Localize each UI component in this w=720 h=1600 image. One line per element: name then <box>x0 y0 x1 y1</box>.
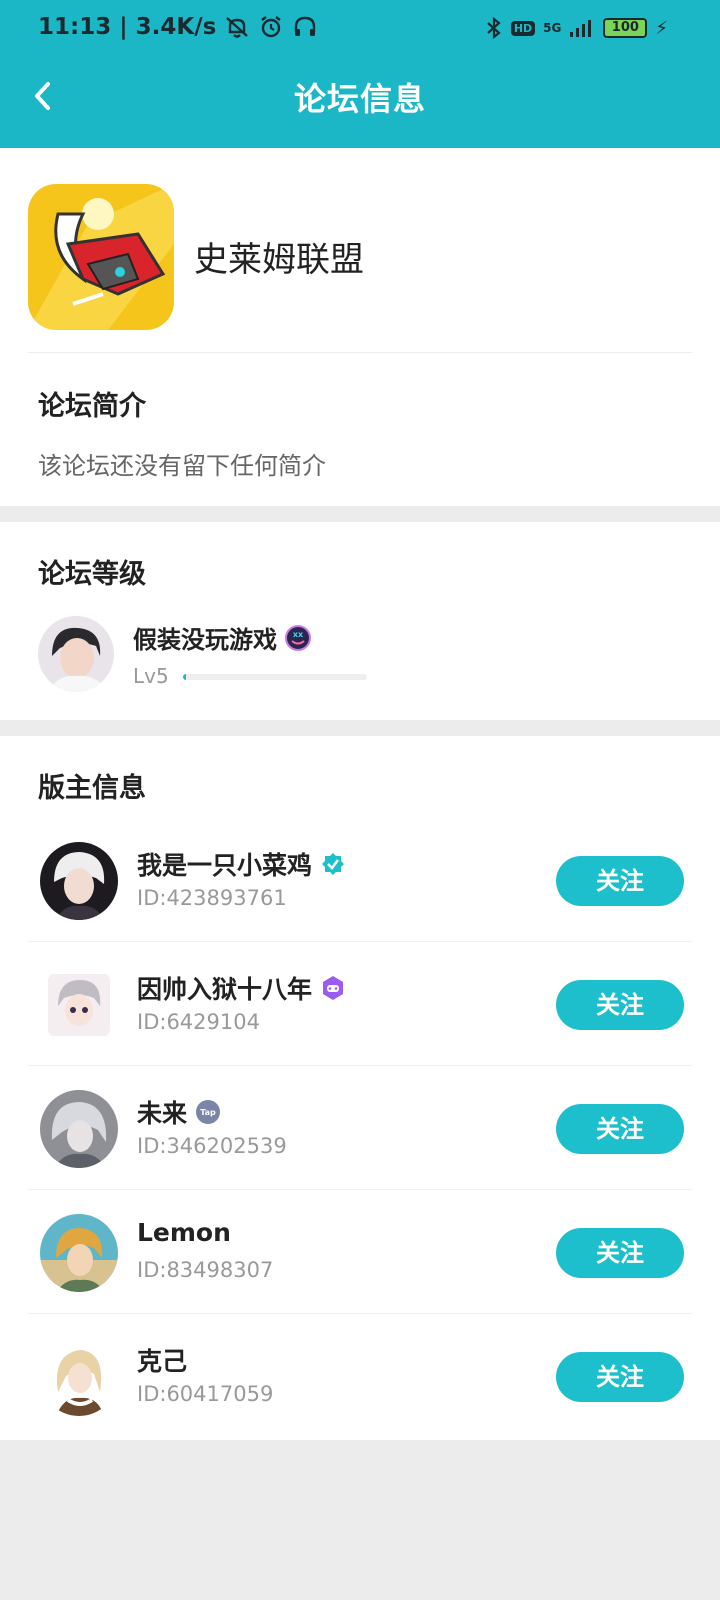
headphones-icon <box>295 16 316 36</box>
moderator-name: 因帅入狱十八年 <box>137 970 346 1006</box>
list-item: Lemon ID:83498307 关注 <box>0 1190 720 1314</box>
network-type: 5G <box>543 21 562 35</box>
status-left: 11:13 | 3.4K/s <box>38 14 318 40</box>
svg-text:Tap: Tap <box>200 1108 216 1117</box>
avatar[interactable] <box>40 1214 118 1292</box>
follow-button[interactable]: 关注 <box>556 1104 684 1154</box>
signal-icon <box>570 20 592 37</box>
moderator-id: ID:423893761 <box>137 886 287 910</box>
avatar[interactable] <box>40 842 118 920</box>
hd-badge: HD <box>510 20 536 36</box>
moderator-name: 克己 <box>137 1342 187 1378</box>
svg-text:xx: xx <box>293 630 304 639</box>
moderator-name: 未来 Tap <box>137 1094 221 1130</box>
level-title: 论坛等级 <box>38 559 146 590</box>
status-separator: | <box>119 14 128 40</box>
list-item: 未来 Tap ID:346202539 关注 <box>0 1066 720 1190</box>
moderator-name-text: 克己 <box>137 1347 188 1376</box>
status-speed: 3.4K/s <box>135 14 217 40</box>
moderators-title: 版主信息 <box>38 773 146 804</box>
level-user-name-text: 假装没玩游戏 <box>133 626 277 654</box>
moderators-card: 版主信息 我是一只小菜鸡 ID:423893761 关注 因帅入狱十八年 ID:… <box>0 736 720 1440</box>
status-right: HD 5G 100 ⚡ <box>485 16 668 40</box>
battery-indicator: 100 <box>603 18 648 38</box>
level-user-name: 假装没玩游戏 xx <box>133 620 311 655</box>
avatar[interactable] <box>38 616 114 692</box>
intro-text: 该论坛还没有留下任何简介 <box>38 452 326 480</box>
forum-game-icon[interactable] <box>28 184 174 330</box>
moderator-name-text: 我是一只小菜鸡 <box>137 851 313 880</box>
tap-badge-icon: Tap <box>196 1100 221 1124</box>
page-title: 论坛信息 <box>293 80 426 118</box>
moderator-id: ID:6429104 <box>137 1010 260 1034</box>
intro-title: 论坛简介 <box>38 391 146 422</box>
bluetooth-icon <box>487 16 501 40</box>
bell-off-icon <box>226 17 249 38</box>
follow-button[interactable]: 关注 <box>556 1352 684 1402</box>
moderator-name: 我是一只小菜鸡 <box>137 846 346 882</box>
moderator-name-text: 因帅入狱十八年 <box>137 975 313 1004</box>
divider <box>28 352 692 353</box>
nav-bar: 论坛信息 <box>0 56 720 148</box>
level-label: Lv5 <box>133 664 169 688</box>
charging-icon: ⚡ <box>655 17 668 39</box>
status-bar: 11:13 | 3.4K/s HD 5G 100 ⚡ <box>0 0 720 56</box>
gamepad-badge-icon <box>323 976 344 1000</box>
moderator-name-text: Lemon <box>137 1218 231 1247</box>
level-progress-fill <box>183 674 186 680</box>
moderator-id: ID:60417059 <box>137 1382 274 1406</box>
moderator-id: ID:83498307 <box>137 1258 274 1282</box>
avatar[interactable] <box>40 1338 118 1416</box>
status-time: 11:13 <box>38 14 112 40</box>
verified-icon <box>322 853 345 875</box>
follow-button[interactable]: 关注 <box>556 980 684 1030</box>
forum-name: 史莱姆联盟 <box>194 240 364 280</box>
moderator-id: ID:346202539 <box>137 1134 287 1158</box>
list-item: 我是一只小菜鸡 ID:423893761 关注 <box>0 818 720 942</box>
moderator-name: Lemon <box>137 1218 231 1247</box>
follow-button[interactable]: 关注 <box>556 856 684 906</box>
avatar[interactable] <box>40 966 118 1044</box>
app-header: 11:13 | 3.4K/s HD 5G 100 ⚡ 论坛信息 <box>0 0 720 148</box>
forum-level-card: 论坛等级 假装没玩游戏 xx Lv5 <box>0 522 720 720</box>
emoji-badge-icon: xx <box>285 624 311 651</box>
alarm-icon <box>261 16 282 38</box>
list-item: 克己 ID:60417059 关注 <box>0 1314 720 1438</box>
forum-info-card: 史莱姆联盟 论坛简介 该论坛还没有留下任何简介 <box>0 148 720 506</box>
level-progress-bar <box>183 674 367 680</box>
avatar[interactable] <box>40 1090 118 1168</box>
list-item: 因帅入狱十八年 ID:6429104 关注 <box>0 942 720 1066</box>
moderator-name-text: 未来 <box>137 1099 188 1128</box>
follow-button[interactable]: 关注 <box>556 1228 684 1278</box>
